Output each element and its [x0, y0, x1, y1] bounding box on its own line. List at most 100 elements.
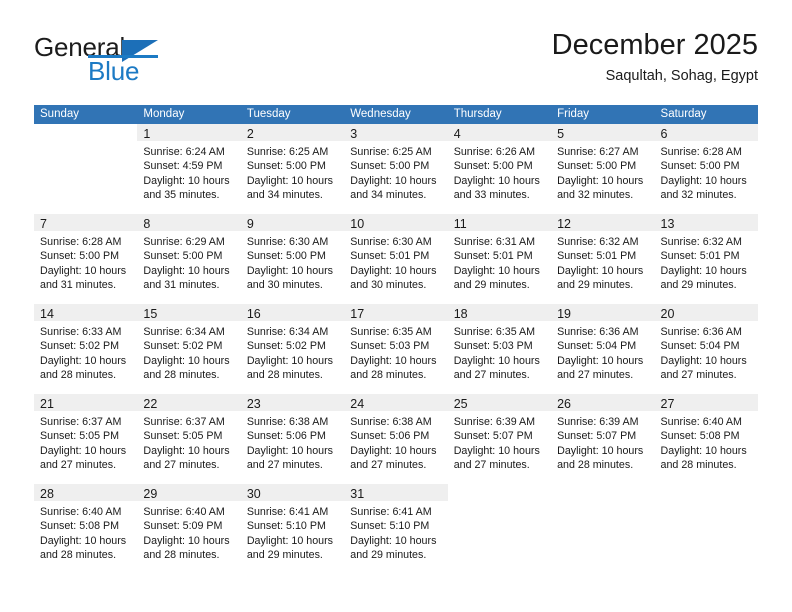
day-detail-line: Sunrise: 6:28 AM	[40, 236, 122, 248]
brand-name-blue: Blue	[88, 56, 140, 86]
calendar-day-cell[interactable]: 1 Sunrise: 6:24 AM Sunset: 4:59 PM Daylight…	[137, 124, 241, 214]
calendar-day-cell[interactable]: 25 Sunrise: 6:39 AM Sunset: 5:07 PM Dayligh…	[447, 394, 552, 484]
calendar-day-cell[interactable]: 24 Sunrise: 6:38 AM Sunset: 5:06 PM Dayligh…	[344, 394, 448, 484]
calendar-day-cell[interactable]: 28 Sunrise: 6:40 AM Sunset: 5:08 PM Dayligh…	[34, 484, 138, 574]
day-details: Sunrise: 6:37 AM Sunset: 5:05 PM Daylight:…	[40, 415, 133, 472]
day-details: Sunrise: 6:35 AM Sunset: 5:03 PM Daylight:…	[454, 325, 547, 382]
day-detail-line: Sunset: 5:10 PM	[246, 520, 326, 533]
day-detail-line: Sunrise: 6:40 AM	[40, 506, 122, 518]
calendar-day-cell[interactable]: 13 Sunrise: 6:32 AM Sunset: 5:01 PM Dayligh…	[654, 214, 758, 304]
day-details: Sunrise: 6:41 AM Sunset: 5:10 PM Daylight:…	[247, 505, 340, 562]
calendar-day-cell[interactable]: 20 Sunrise: 6:36 AM Sunset: 5:04 PM Dayligh…	[654, 304, 758, 394]
day-detail-line: and 29 minutes.	[557, 278, 634, 291]
day-number-band	[240, 214, 345, 231]
day-detail-line: Daylight: 10 hours	[453, 174, 540, 187]
day-detail-line: and 28 minutes.	[557, 458, 634, 471]
calendar-day-cell[interactable]: 7 Sunrise: 6:28 AM Sunset: 5:00 PM Daylight…	[34, 214, 138, 304]
day-detail-line: Sunrise: 6:26 AM	[453, 146, 536, 158]
day-detail-line: Sunrise: 6:36 AM	[557, 326, 639, 338]
day-details: Sunrise: 6:33 AM Sunset: 5:02 PM Daylight:…	[40, 325, 133, 382]
day-detail-line: Sunset: 5:08 PM	[40, 520, 120, 533]
day-details: Sunrise: 6:27 AM Sunset: 5:00 PM Daylight:…	[557, 145, 650, 202]
day-detail-line: and 28 minutes.	[40, 368, 117, 381]
calendar-day-cell[interactable]: 8 Sunrise: 6:29 AM Sunset: 5:00 PM Daylight…	[137, 214, 241, 304]
day-number: 4	[453, 127, 461, 141]
day-number-band	[137, 214, 241, 231]
calendar-day-cell[interactable]: 16 Sunrise: 6:34 AM Sunset: 5:02 PM Dayligh…	[240, 304, 345, 394]
day-detail-line: and 28 minutes.	[246, 368, 323, 381]
calendar-day-cell[interactable]: 14 Sunrise: 6:33 AM Sunset: 5:02 PM Dayligh…	[34, 304, 138, 394]
day-details: Sunrise: 6:38 AM Sunset: 5:06 PM Daylight:…	[247, 415, 340, 472]
day-details: Sunrise: 6:24 AM Sunset: 4:59 PM Daylight:…	[143, 145, 236, 202]
day-detail-line: Sunrise: 6:33 AM	[40, 326, 122, 338]
day-detail-line: Daylight: 10 hours	[246, 174, 333, 187]
day-details: Sunrise: 6:36 AM Sunset: 5:04 PM Daylight:…	[661, 325, 754, 382]
day-detail-line: Sunrise: 6:40 AM	[143, 506, 225, 518]
day-number: 12	[557, 217, 572, 231]
brand-logo[interactable]: General Blue	[34, 28, 254, 90]
day-detail-line: Daylight: 10 hours	[246, 444, 333, 457]
day-number: 11	[453, 217, 467, 231]
day-number: 25	[453, 397, 468, 411]
calendar-day-cell[interactable]: 15 Sunrise: 6:34 AM Sunset: 5:02 PM Dayligh…	[137, 304, 241, 394]
day-detail-line: Daylight: 10 hours	[350, 174, 437, 187]
day-detail-line: Sunset: 5:00 PM	[143, 250, 223, 263]
day-detail-line: Daylight: 10 hours	[143, 534, 230, 547]
day-details: Sunrise: 6:37 AM Sunset: 5:05 PM Daylight:…	[143, 415, 236, 472]
day-details: Sunrise: 6:25 AM Sunset: 5:00 PM Daylight:…	[350, 145, 443, 202]
day-detail-line: Sunset: 5:03 PM	[453, 340, 533, 353]
calendar-day-cell[interactable]: 17 Sunrise: 6:35 AM Sunset: 5:03 PM Dayligh…	[344, 304, 448, 394]
day-detail-line: and 27 minutes.	[350, 458, 427, 471]
calendar-day-cell[interactable]: 22 Sunrise: 6:37 AM Sunset: 5:05 PM Dayligh…	[137, 394, 241, 484]
day-detail-line: Sunrise: 6:32 AM	[557, 236, 639, 248]
calendar-day-cell[interactable]: 23 Sunrise: 6:38 AM Sunset: 5:06 PM Dayligh…	[240, 394, 345, 484]
calendar-day-cell[interactable]: 26 Sunrise: 6:39 AM Sunset: 5:07 PM Dayligh…	[551, 394, 655, 484]
day-detail-line: Sunrise: 6:41 AM	[350, 506, 432, 518]
day-detail-line: Sunset: 5:06 PM	[350, 430, 430, 443]
day-details: Sunrise: 6:36 AM Sunset: 5:04 PM Daylight:…	[557, 325, 650, 382]
calendar-day-cell[interactable]: 29 Sunrise: 6:40 AM Sunset: 5:09 PM Dayligh…	[137, 484, 241, 574]
page-header: General Blue December 2025 Saqultah, Soh…	[34, 28, 758, 96]
day-detail-line: Sunset: 5:06 PM	[246, 430, 326, 443]
calendar-day-cell[interactable]: 10 Sunrise: 6:30 AM Sunset: 5:01 PM Dayligh…	[344, 214, 448, 304]
day-number: 20	[660, 307, 675, 321]
calendar-day-cell[interactable]: 2 Sunrise: 6:25 AM Sunset: 5:00 PM Daylight…	[240, 124, 345, 214]
day-detail-line: Daylight: 10 hours	[40, 534, 127, 547]
calendar-day-cell[interactable]: 11 Sunrise: 6:31 AM Sunset: 5:01 PM Dayligh…	[447, 214, 552, 304]
day-detail-line: Sunset: 5:03 PM	[350, 340, 430, 353]
day-details: Sunrise: 6:40 AM Sunset: 5:08 PM Daylight:…	[661, 415, 754, 472]
day-number: 23	[246, 397, 261, 411]
calendar-day-cell[interactable]: 3 Sunrise: 6:25 AM Sunset: 5:00 PM Daylight…	[344, 124, 448, 214]
calendar-day-cell[interactable]: 6 Sunrise: 6:28 AM Sunset: 5:00 PM Daylight…	[654, 124, 758, 214]
day-number: 3	[350, 127, 358, 141]
day-detail-line: and 30 minutes.	[246, 278, 323, 291]
calendar-day-cell[interactable]: 31 Sunrise: 6:41 AM Sunset: 5:10 PM Dayligh…	[344, 484, 448, 574]
day-detail-line: and 28 minutes.	[350, 368, 427, 381]
page-subtitle: Saqultah, Sohag, Egypt	[605, 68, 758, 84]
calendar-day-cell[interactable]: 27 Sunrise: 6:40 AM Sunset: 5:08 PM Dayligh…	[654, 394, 758, 484]
calendar-day-cell[interactable]: 18 Sunrise: 6:35 AM Sunset: 5:03 PM Dayligh…	[447, 304, 552, 394]
day-detail-line: Daylight: 10 hours	[557, 444, 644, 457]
calendar-day-cell[interactable]: 21 Sunrise: 6:37 AM Sunset: 5:05 PM Dayligh…	[34, 394, 138, 484]
day-detail-line: Sunset: 5:00 PM	[246, 160, 326, 173]
calendar-day-cell[interactable]: 9 Sunrise: 6:30 AM Sunset: 5:00 PM Daylight…	[240, 214, 345, 304]
day-detail-line: Sunrise: 6:35 AM	[453, 326, 536, 338]
calendar-day-cell[interactable]: 12 Sunrise: 6:32 AM Sunset: 5:01 PM Dayligh…	[551, 214, 655, 304]
day-detail-line: Sunrise: 6:30 AM	[246, 236, 329, 248]
calendar-week-row: 1 Sunrise: 6:24 AM Sunset: 4:59 PM Daylight…	[34, 124, 758, 214]
day-detail-line: Daylight: 10 hours	[246, 264, 333, 277]
day-detail-line: Sunset: 5:01 PM	[453, 250, 533, 263]
day-detail-line: Sunrise: 6:36 AM	[660, 326, 742, 338]
day-number: 7	[40, 217, 47, 231]
day-detail-line: Sunrise: 6:29 AM	[143, 236, 225, 248]
day-details: Sunrise: 6:30 AM Sunset: 5:01 PM Daylight:…	[350, 235, 443, 292]
day-number: 13	[660, 217, 675, 231]
day-detail-line: Sunset: 5:01 PM	[660, 250, 740, 263]
calendar-day-cell[interactable]: 30 Sunrise: 6:41 AM Sunset: 5:10 PM Dayligh…	[240, 484, 345, 574]
calendar-day-cell[interactable]: 19 Sunrise: 6:36 AM Sunset: 5:04 PM Dayligh…	[551, 304, 655, 394]
calendar-day-cell[interactable]: 5 Sunrise: 6:27 AM Sunset: 5:00 PM Daylight…	[551, 124, 655, 214]
calendar-week-row: 7 Sunrise: 6:28 AM Sunset: 5:00 PM Daylight…	[34, 214, 758, 304]
day-number: 17	[350, 307, 365, 321]
calendar-day-cell[interactable]: 4 Sunrise: 6:26 AM Sunset: 5:00 PM Daylight…	[447, 124, 552, 214]
day-detail-line: Sunset: 5:04 PM	[660, 340, 740, 353]
